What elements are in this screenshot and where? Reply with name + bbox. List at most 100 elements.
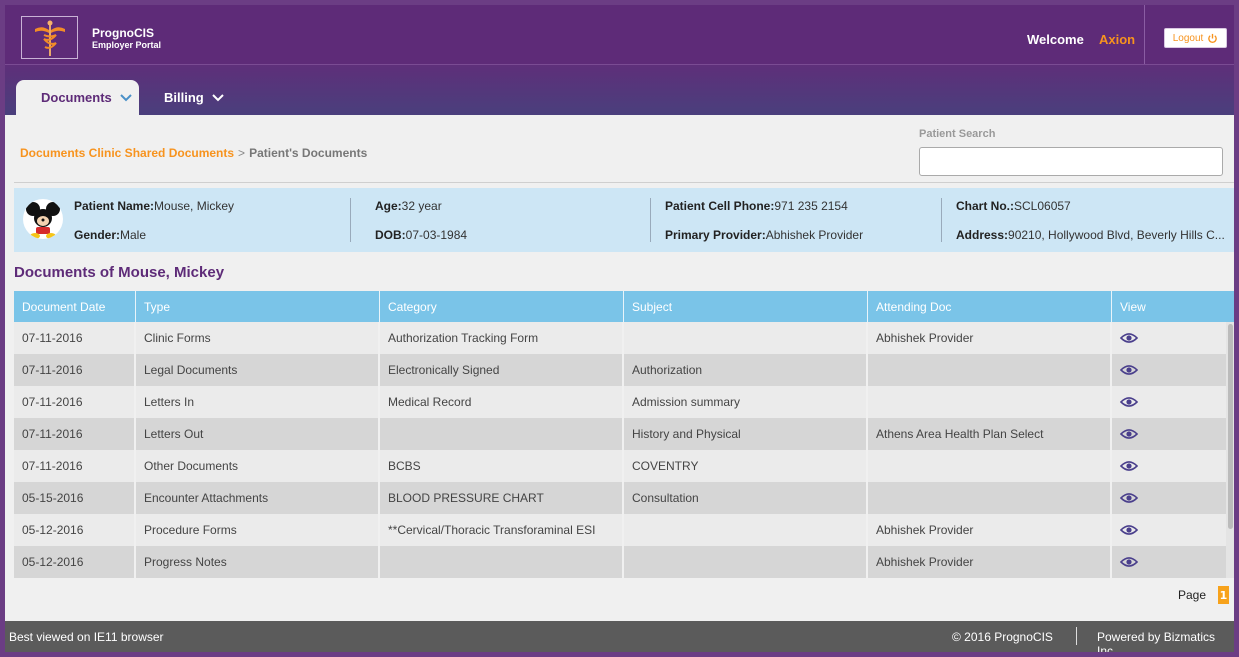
table-cell: Admission summary — [624, 386, 868, 418]
table-cell — [868, 386, 1112, 418]
eye-icon[interactable] — [1120, 364, 1138, 376]
table-cell — [624, 546, 868, 578]
table-cell: Authorization Tracking Form — [380, 322, 624, 354]
patient-age: Age:32 year — [375, 199, 442, 213]
pager-label: Page — [1178, 588, 1207, 602]
table-row[interactable]: 07-11-2016 Letters Out History and Physica… — [14, 418, 1234, 450]
patient-search-label: Patient Search — [919, 128, 996, 140]
table-cell: 07-11-2016 — [14, 386, 136, 418]
table-cell: Procedure Forms — [136, 514, 380, 546]
tab-documents-label: Documents — [41, 90, 112, 105]
table-cell: Encounter Attachments — [136, 482, 380, 514]
tab-billing[interactable]: Billing — [164, 80, 224, 115]
breadcrumb-link[interactable]: Documents Clinic Shared Documents — [20, 146, 234, 160]
table-cell: Consultation — [624, 482, 868, 514]
patient-dob: DOB:07-03-1984 — [375, 228, 468, 242]
patient-search-input[interactable] — [919, 147, 1223, 176]
column-header[interactable]: View — [1112, 291, 1234, 322]
scrollbar[interactable] — [1226, 322, 1234, 578]
tab-documents[interactable]: Documents — [16, 80, 139, 115]
patient-avatar — [23, 199, 63, 239]
app-subtitle: Employer Portal — [92, 40, 162, 50]
eye-icon[interactable] — [1120, 492, 1138, 504]
column-header[interactable]: Subject — [624, 291, 868, 322]
table-cell — [380, 546, 624, 578]
banner-divider — [650, 198, 651, 242]
eye-icon[interactable] — [1120, 524, 1138, 536]
copyright: © 2016 PrognoCIS — [952, 630, 1053, 644]
view-cell — [1112, 354, 1234, 386]
table-cell — [380, 418, 624, 450]
column-header[interactable]: Category — [380, 291, 624, 322]
table-cell: History and Physical — [624, 418, 868, 450]
header-divider — [1144, 5, 1145, 64]
caduceus-icon — [34, 20, 65, 56]
username: Axion — [1099, 32, 1136, 47]
header: PrognoCIS Employer Portal Welcome Axion … — [5, 5, 1234, 65]
view-cell — [1112, 418, 1234, 450]
table-cell: Other Documents — [136, 450, 380, 482]
column-header[interactable]: Type — [136, 291, 380, 322]
table-cell: Legal Documents — [136, 354, 380, 386]
patient-provider: Primary Provider:Abhishek Provider — [665, 228, 864, 242]
eye-icon[interactable] — [1120, 460, 1138, 472]
table-cell: 05-12-2016 — [14, 546, 136, 578]
table-header: Document Date Type Category Subject Atte… — [14, 291, 1234, 322]
footer-divider — [1076, 627, 1077, 645]
brand: PrognoCIS Employer Portal — [92, 27, 161, 51]
logout-label: Logout — [1172, 32, 1204, 44]
chevron-down-icon — [120, 93, 132, 101]
table-row[interactable]: 05-12-2016 Procedure Forms **Cervical/Thor… — [14, 514, 1234, 546]
patient-phone: Patient Cell Phone:971 235 2154 — [665, 199, 848, 213]
logo — [21, 16, 78, 59]
view-cell — [1112, 482, 1234, 514]
breadcrumb-separator: > — [238, 146, 246, 160]
table-row[interactable]: 07-11-2016 Clinic Forms Authorization Trac… — [14, 322, 1234, 354]
column-header[interactable]: Attending Doc — [868, 291, 1112, 322]
table-cell: Abhishek Provider — [868, 546, 1112, 578]
column-header[interactable]: Document Date — [14, 291, 136, 322]
table-cell: Clinic Forms — [136, 322, 380, 354]
table-cell: **Cervical/Thoracic Transforaminal ESI — [380, 514, 624, 546]
table-cell: COVENTRY — [624, 450, 868, 482]
view-cell — [1112, 546, 1234, 578]
table-cell: 07-11-2016 — [14, 418, 136, 450]
table-cell — [624, 514, 868, 546]
table-cell: Abhishek Provider — [868, 514, 1112, 546]
footer: Best viewed on IE11 browser © 2016 Progn… — [5, 621, 1234, 652]
banner-divider — [941, 198, 942, 242]
table-row[interactable]: 07-11-2016 Letters In Medical Record Admiss… — [14, 386, 1234, 418]
table-cell: Electronically Signed — [380, 354, 624, 386]
powered-by: Powered by Bizmatics Inc — [1097, 630, 1216, 652]
eye-icon[interactable] — [1120, 396, 1138, 408]
logout-button[interactable]: Logout — [1164, 28, 1227, 48]
table-row[interactable]: 05-12-2016 Progress Notes Abhishek Provide… — [14, 546, 1234, 578]
page-number-button[interactable]: 1 — [1218, 586, 1229, 604]
table-cell: BCBS — [380, 450, 624, 482]
table-row[interactable]: 07-11-2016 Other Documents BCBS COVENTRY — [14, 450, 1234, 482]
table-cell: 07-11-2016 — [14, 450, 136, 482]
documents-table: Document Date Type Category Subject Atte… — [14, 291, 1234, 578]
breadcrumb: Documents Clinic Shared Documents > Patien… — [20, 146, 367, 160]
eye-icon[interactable] — [1120, 428, 1138, 440]
patient-chart: Chart No.:SCL06057 — [956, 199, 1071, 213]
table-cell: 07-11-2016 — [14, 354, 136, 386]
table-cell: 07-11-2016 — [14, 322, 136, 354]
table-cell — [868, 482, 1112, 514]
app-name: PrognoCIS — [92, 26, 154, 40]
eye-icon[interactable] — [1120, 556, 1138, 568]
table-row[interactable]: 05-15-2016 Encounter Attachments BLOOD PRE… — [14, 482, 1234, 514]
table-row[interactable]: 07-11-2016 Legal Documents Electronically … — [14, 354, 1234, 386]
table-cell: Letters In — [136, 386, 380, 418]
table-cell: Letters Out — [136, 418, 380, 450]
patient-banner: Patient Name:Mouse, Mickey Gender:Male A… — [14, 188, 1234, 252]
power-icon — [1208, 33, 1218, 43]
table-cell: Abhishek Provider — [868, 322, 1112, 354]
browser-note: Best viewed on IE11 browser — [9, 630, 164, 644]
table-body: 07-11-2016 Clinic Forms Authorization Trac… — [14, 322, 1234, 578]
patient-address: Address:90210, Hollywood Blvd, Beverly H… — [956, 228, 1225, 242]
scrollbar-thumb[interactable] — [1228, 324, 1233, 529]
view-cell — [1112, 322, 1234, 354]
eye-icon[interactable] — [1120, 332, 1138, 344]
table-cell — [624, 322, 868, 354]
